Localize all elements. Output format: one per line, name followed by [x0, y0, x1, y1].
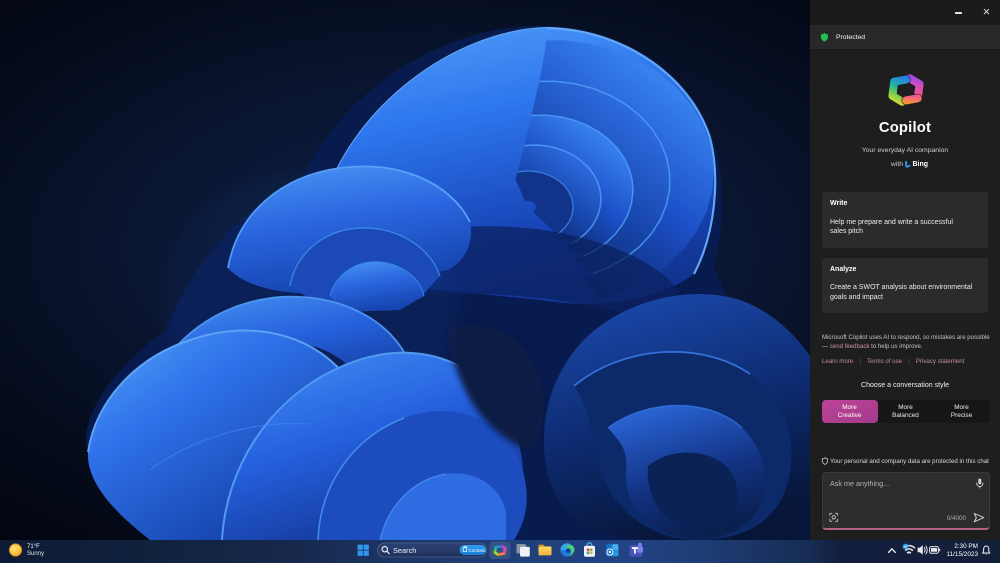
svg-text:Contoso: Contoso — [468, 548, 486, 553]
